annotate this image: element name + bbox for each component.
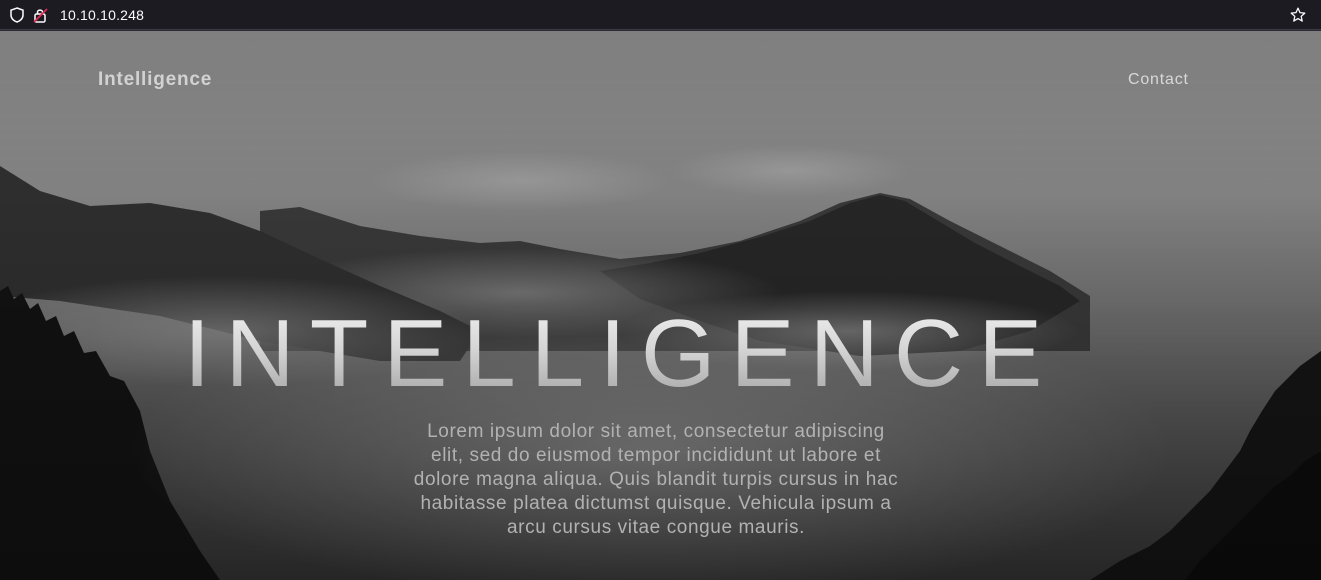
site-brand[interactable]: Intelligence <box>98 69 212 91</box>
shield-icon[interactable] <box>8 6 26 24</box>
nav-contact-link[interactable]: Contact <box>1128 71 1189 89</box>
browser-toolbar: 10.10.10.248 <box>0 0 1321 30</box>
bookmark-star-icon[interactable] <box>1289 6 1307 24</box>
url-bar[interactable]: 10.10.10.248 <box>60 7 144 23</box>
page-viewport: Intelligence Contact INTELLIGENCE Lorem … <box>0 31 1321 580</box>
hero-title: INTELLIGENCE <box>0 301 1321 407</box>
hero-description: Lorem ipsum dolor sit amet, consectetur … <box>413 421 899 538</box>
insecure-lock-icon[interactable] <box>32 6 50 24</box>
